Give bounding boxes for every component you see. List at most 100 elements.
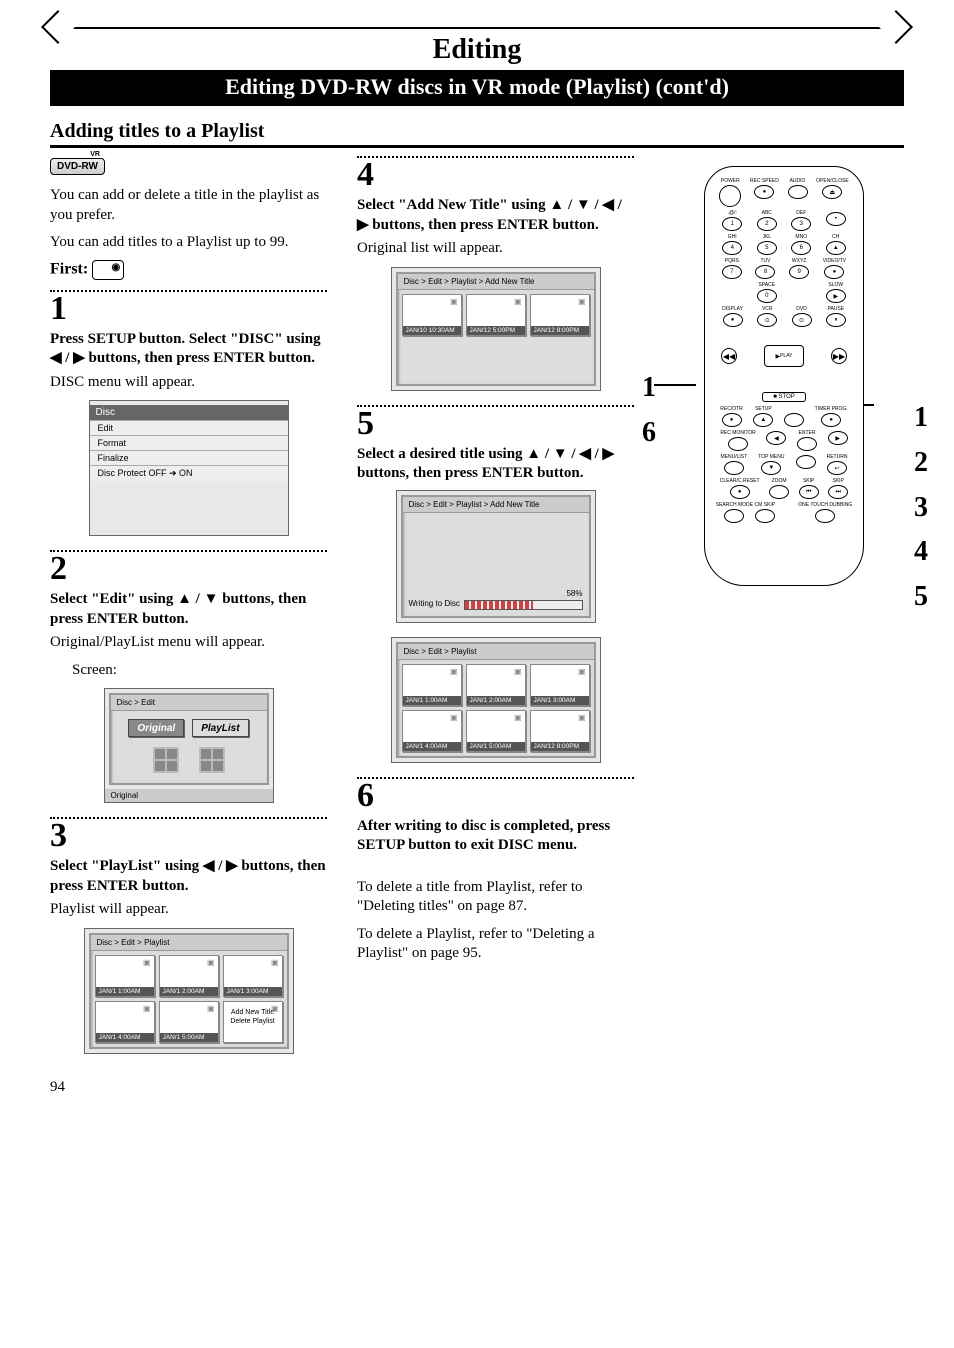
step-5-number: 5 <box>357 407 634 441</box>
title-thumb: JAN/1 3:00AM <box>530 664 590 706</box>
setup-button: ▲ <box>753 413 773 427</box>
rec-monitor-button <box>728 437 748 451</box>
btn-label: SKIP <box>803 479 814 484</box>
dvd-button: ⊙ <box>792 313 812 327</box>
stop-label: STOP <box>779 394 795 400</box>
column-middle: 4 Select "Add New Title" using ▲ / ▼ / ◀… <box>357 156 634 1068</box>
cm-skip-button <box>755 509 775 523</box>
title-thumb: JAN/1 4:00AM <box>95 1001 155 1043</box>
btn-label: DEF <box>796 211 806 216</box>
down-button <box>796 455 816 469</box>
status-bar: Original <box>105 789 273 802</box>
step-3-result: Playlist will appear. <box>50 900 327 920</box>
thumb-label: JAN/12 5:00PM <box>467 326 525 335</box>
video-tv-button: ● <box>824 265 844 279</box>
dubbing-button <box>815 509 835 523</box>
title-thumb: JAN/12 8:00PM <box>530 294 590 336</box>
thumb-label: JAN/1 2:00AM <box>160 987 218 996</box>
search-button <box>724 509 744 523</box>
disc-menu-item: Format <box>90 435 288 450</box>
btn-label: SETUP <box>755 407 772 412</box>
title-thumb: JAN/1 1:00AM <box>95 955 155 997</box>
btn-label: PQRS <box>725 259 739 264</box>
title-thumb: JAN/12 5:00PM <box>466 294 526 336</box>
title-thumb: JAN/1 1:00AM <box>402 664 462 706</box>
playlist-after-screen: Disc > Edit > Playlist JAN/1 1:00AM JAN/… <box>391 637 601 763</box>
display-button: ● <box>723 313 743 327</box>
rewind-button: ◀◀ <box>721 348 737 364</box>
skip-fwd-button: ⏭ <box>828 485 848 499</box>
btn-label: GHI <box>728 235 737 240</box>
btn-label: AUDIO <box>790 179 806 184</box>
delete-playlist-label: Delete Playlist <box>230 1018 274 1025</box>
page-title: Editing <box>50 34 904 66</box>
step-6-instruction: After writing to disc is completed, pres… <box>357 817 634 856</box>
num-5-button: 5 <box>757 241 777 255</box>
callout-1: 1 <box>642 366 656 411</box>
delete-playlist-note: To delete a Playlist, refer to "Deleting… <box>357 925 634 964</box>
progress-percent: 58% <box>566 589 582 598</box>
disc-insert-icon <box>92 260 124 280</box>
progress-fill <box>465 601 533 609</box>
section-banner: Editing DVD-RW discs in VR mode (Playlis… <box>50 70 904 106</box>
column-right: 1 6 1 2 3 4 5 POWER REC SPEED● AUDIO OPE… <box>664 156 904 1068</box>
playlist-button: PlayList <box>192 719 248 737</box>
callout-6: 6 <box>642 411 656 456</box>
thumb-label: JAN/1 4:00AM <box>96 1033 154 1042</box>
remote-control: POWER REC SPEED● AUDIO OPEN/CLOSE⏏ .@/:1… <box>704 166 864 586</box>
title-thumb: JAN/1 5:00AM <box>466 710 526 752</box>
zoom-button <box>769 485 789 499</box>
writing-screen: Disc > Edit > Playlist > Add New Title 5… <box>396 490 596 623</box>
add-title-label: Add New Title <box>231 1009 274 1016</box>
enter-button <box>797 437 817 451</box>
step-1-instruction: Press SETUP button. Select "DISC" using … <box>50 330 327 369</box>
thumb-label: JAN/12 8:00PM <box>531 326 589 335</box>
thumb-label: JAN/1 2:00AM <box>467 696 525 705</box>
btn-label: ZOOM <box>772 479 787 484</box>
breadcrumb: Disc > Edit <box>111 695 267 711</box>
up-button <box>784 413 804 427</box>
intro-text-1: You can add or delete a title in the pla… <box>50 185 327 226</box>
btn-label: MNO <box>795 235 807 240</box>
thumb-label: JAN/12 8:00PM <box>531 742 589 751</box>
original-icon <box>153 747 179 773</box>
left-button: ◀ <box>766 431 786 445</box>
step-3-number: 3 <box>50 819 327 853</box>
rec-button: ● <box>722 413 742 427</box>
column-left: DVD-RW You can add or delete a title in … <box>50 156 327 1068</box>
btn-label: ENTER <box>799 431 816 436</box>
title-thumb: JAN/1 4:00AM <box>402 710 462 752</box>
breadcrumb: Disc > Edit > Playlist <box>91 935 287 951</box>
thumb-label: JAN/1 3:00AM <box>531 696 589 705</box>
num-4-button: 4 <box>722 241 742 255</box>
play-label: PLAY <box>780 353 792 359</box>
btn-label: REC SPEED <box>750 179 779 184</box>
btn-label: JKL <box>762 235 771 240</box>
add-title-screen: Disc > Edit > Playlist > Add New Title J… <box>391 267 601 391</box>
step-4-result: Original list will appear. <box>357 239 634 259</box>
first-label: First: <box>50 260 327 280</box>
stop-button: ■ STOP <box>762 392 806 402</box>
btn-label: VIDEO/TV <box>823 259 846 264</box>
step-2-result: Original/PlayList menu will appear. <box>50 633 327 653</box>
num-1-button: 1 <box>722 217 742 231</box>
playlist-icon <box>199 747 225 773</box>
first-text: First: <box>50 260 88 277</box>
btn-label: CM SKIP <box>755 503 776 508</box>
disc-menu-item: Finalize <box>90 450 288 465</box>
play-button: ▶PLAY <box>764 345 804 367</box>
btn-label: PAUSE <box>828 307 845 312</box>
btn-label: POWER <box>721 179 740 184</box>
thumb-label: JAN/10 10:30AM <box>403 326 461 335</box>
vcr-button: ⊙ <box>757 313 777 327</box>
btn-label: TOP MENU <box>758 455 784 460</box>
right-button: ▶ <box>828 431 848 445</box>
num-2-button: 2 <box>757 217 777 231</box>
callout-5: 5 <box>914 575 928 620</box>
breadcrumb: Disc > Edit > Playlist > Add New Title <box>398 274 594 290</box>
num-8-button: 8 <box>755 265 775 279</box>
menu-button <box>724 461 744 475</box>
num-9-button: 9 <box>789 265 809 279</box>
title-thumb: JAN/1 2:00AM <box>159 955 219 997</box>
dpad: ◀◀ ▶PLAY ▶▶ <box>715 331 853 381</box>
